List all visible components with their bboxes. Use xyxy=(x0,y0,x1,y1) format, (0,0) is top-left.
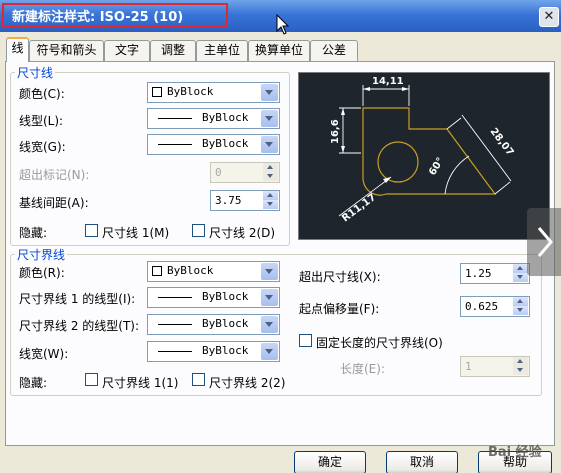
spin-up-icon xyxy=(513,357,528,366)
tab-text[interactable]: 文字 xyxy=(104,40,150,61)
extline-extend-label: 超出尺寸线(X): xyxy=(299,270,381,284)
suppress-extline-1-label[interactable]: 尺寸界线 1(1) xyxy=(102,374,178,391)
next-slide-arrow[interactable] xyxy=(527,208,561,276)
dimline-linetype-select[interactable]: ByBlock xyxy=(147,108,280,129)
extline-length-value: 1 xyxy=(465,360,472,373)
suppress-dimline-1-label[interactable]: 尺寸线 1(M) xyxy=(102,224,169,241)
extline-linetype1-select[interactable]: ByBlock xyxy=(147,287,280,308)
extline-linetype2-select[interactable]: ByBlock xyxy=(147,314,280,335)
dimline-color-select[interactable]: ByBlock xyxy=(147,82,280,103)
suppress-dimline-1-checkbox[interactable] xyxy=(85,224,98,237)
extline-linetype1-label: 尺寸界线 1 的线型(I): xyxy=(19,292,136,306)
extline-color-select[interactable]: ByBlock xyxy=(147,261,280,282)
extline-offset-value: 0.625 xyxy=(465,300,499,313)
spin-down-icon[interactable] xyxy=(513,273,528,282)
preview-dim-left: 16,6 xyxy=(330,119,341,144)
tab-symbols-arrows[interactable]: 符号和箭头 xyxy=(29,40,104,61)
dimline-baseline-value: 3.75 xyxy=(215,194,242,207)
preview-dim-right: 28,07 xyxy=(488,126,516,158)
dimline-suppress-label: 隐藏: xyxy=(19,226,48,240)
cancel-button[interactable]: 取消 xyxy=(386,451,458,473)
preview-dim-angle: 60° xyxy=(427,156,446,178)
fixed-length-checkbox[interactable] xyxy=(299,334,312,347)
suppress-extline-2-checkbox[interactable] xyxy=(192,373,205,386)
spin-down-icon xyxy=(263,172,278,181)
dimline-extend-value: 0 xyxy=(215,166,222,179)
chevron-down-icon[interactable] xyxy=(261,343,278,360)
tab-tolerances[interactable]: 公差 xyxy=(310,40,358,61)
extline-lineweight-select[interactable]: ByBlock xyxy=(147,341,280,362)
title-highlight-box xyxy=(2,3,228,28)
dimline-color-value: ByBlock xyxy=(167,85,214,98)
extline-linetype1-value: ByBlock xyxy=(202,290,249,303)
suppress-extline-1-checkbox[interactable] xyxy=(85,373,98,386)
preview-circle xyxy=(377,141,419,183)
extline-length-spinner: 1 xyxy=(460,356,530,377)
dimline-lineweight-label: 线宽(G): xyxy=(19,140,66,154)
extline-suppress-label: 隐藏: xyxy=(19,376,48,390)
spin-up-icon xyxy=(263,163,278,172)
line-sample-icon xyxy=(158,144,192,145)
watermark: Bai 经验 xyxy=(488,445,542,460)
extline-lineweight-value: ByBlock xyxy=(202,344,249,357)
spin-down-icon[interactable] xyxy=(513,306,528,315)
chevron-right-icon xyxy=(537,227,553,257)
line-sample-icon xyxy=(158,297,192,298)
extline-lineweight-label: 线宽(W): xyxy=(19,347,69,361)
dimension-lines-legend: 尺寸线 xyxy=(17,66,54,80)
chevron-down-icon[interactable] xyxy=(261,316,278,333)
suppress-extline-2-label[interactable]: 尺寸界线 2(2) xyxy=(209,374,285,391)
chevron-down-icon[interactable] xyxy=(261,110,278,127)
spin-up-icon[interactable] xyxy=(263,191,278,200)
mouse-cursor-icon xyxy=(276,14,290,35)
chevron-down-icon[interactable] xyxy=(261,289,278,306)
fixed-length-label[interactable]: 固定长度的尺寸界线(O) xyxy=(316,334,443,351)
line-sample-icon xyxy=(158,324,192,325)
spin-down-icon xyxy=(513,366,528,375)
dimline-baseline-spinner[interactable]: 3.75 xyxy=(210,190,280,211)
extline-extend-value: 1.25 xyxy=(465,267,492,280)
preview-outline xyxy=(362,107,497,196)
spin-down-icon[interactable] xyxy=(263,200,278,209)
extline-color-value: ByBlock xyxy=(167,264,214,277)
spin-up-icon[interactable] xyxy=(513,297,528,306)
dimline-linetype-value: ByBlock xyxy=(202,111,249,124)
extline-offset-label: 起点偏移量(F): xyxy=(299,302,380,316)
suppress-dimline-2-label[interactable]: 尺寸线 2(D) xyxy=(209,224,275,241)
spin-up-icon[interactable] xyxy=(513,264,528,273)
extline-linetype2-value: ByBlock xyxy=(202,317,249,330)
extline-color-label: 颜色(R): xyxy=(19,266,65,280)
dimline-baseline-label: 基线间距(A): xyxy=(19,196,89,210)
extline-linetype2-label: 尺寸界线 2 的线型(T): xyxy=(19,319,140,333)
preview-dim-radius: R11,17 xyxy=(340,192,378,224)
preview-dim-top: 14,11 xyxy=(372,76,404,87)
color-swatch-icon xyxy=(152,87,162,97)
dimline-lineweight-select[interactable]: ByBlock xyxy=(147,134,280,155)
dimline-extend-label: 超出标记(N): xyxy=(19,168,90,182)
dimline-linetype-label: 线型(L): xyxy=(19,114,64,128)
chevron-down-icon[interactable] xyxy=(261,136,278,153)
ok-button[interactable]: 确定 xyxy=(294,451,366,473)
tab-primary-units[interactable]: 主单位 xyxy=(196,40,248,61)
extline-offset-spinner[interactable]: 0.625 xyxy=(460,296,530,317)
dimline-color-label: 颜色(C): xyxy=(19,87,65,101)
line-sample-icon xyxy=(158,118,192,119)
extline-extend-spinner[interactable]: 1.25 xyxy=(460,263,530,284)
suppress-dimline-2-checkbox[interactable] xyxy=(192,224,205,237)
line-sample-icon xyxy=(158,351,192,352)
color-swatch-icon xyxy=(152,266,162,276)
close-button[interactable]: ✕ xyxy=(539,7,559,27)
extension-lines-legend: 尺寸界线 xyxy=(17,248,66,262)
chevron-down-icon[interactable] xyxy=(261,263,278,280)
dimline-extend-spinner: 0 xyxy=(210,162,280,183)
dimline-lineweight-value: ByBlock xyxy=(202,137,249,150)
chevron-down-icon[interactable] xyxy=(261,84,278,101)
tab-lines[interactable]: 线 xyxy=(6,37,29,62)
dimension-preview-drawing: 14,11 16,6 28,07 60° R11,17 xyxy=(330,76,516,224)
tab-fit[interactable]: 调整 xyxy=(150,40,196,61)
tab-alternate-units[interactable]: 换算单位 xyxy=(248,40,310,61)
extline-length-label: 长度(E): xyxy=(340,362,385,376)
preview-pane: 14,11 16,6 28,07 60° R11,17 xyxy=(298,72,550,240)
